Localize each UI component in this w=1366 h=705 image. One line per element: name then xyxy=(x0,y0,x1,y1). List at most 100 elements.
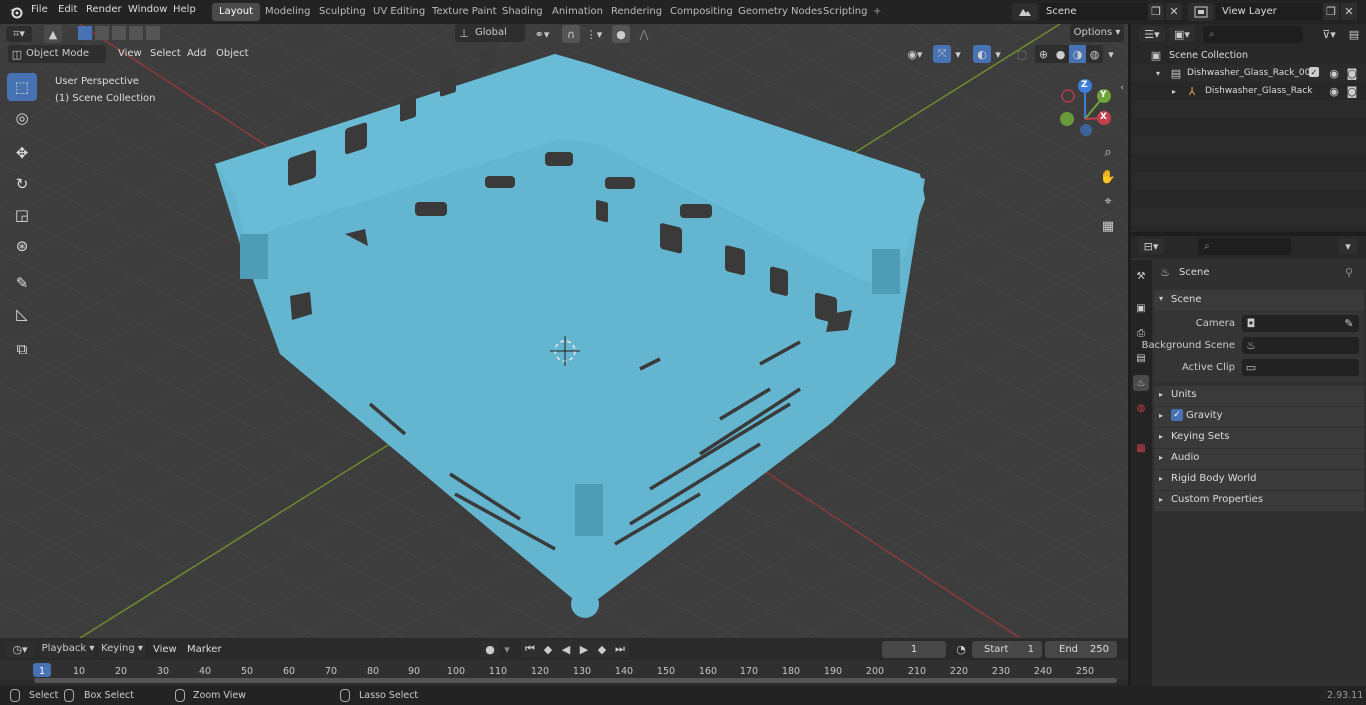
playback-menu[interactable]: Playback ▾ xyxy=(41,640,95,658)
world-tab-icon[interactable]: ◍ xyxy=(1133,400,1149,416)
gizmo-toggle-icon[interactable]: ⤧ xyxy=(933,45,951,63)
menu-help[interactable]: Help xyxy=(173,4,196,15)
outliner-search-field[interactable]: ⌕ xyxy=(1203,26,1303,43)
solid-shading-icon[interactable]: ● xyxy=(1052,45,1069,63)
mode-extend-icon[interactable] xyxy=(95,26,109,40)
sidebar-toggle-icon[interactable]: ‹ xyxy=(1118,82,1126,94)
material-shading-icon[interactable]: ◑ xyxy=(1069,45,1086,63)
timeline-scrollbar[interactable] xyxy=(34,678,1117,683)
jump-start-icon[interactable]: ⏮ xyxy=(521,640,539,658)
jump-end-icon[interactable]: ⏭ xyxy=(611,640,629,658)
tool-rotate[interactable]: ↻ xyxy=(7,170,37,198)
viewport-scene[interactable] xyxy=(0,24,1128,638)
next-keyframe-icon[interactable]: ◆ xyxy=(593,640,611,658)
tab-modeling[interactable]: Modeling xyxy=(258,3,318,21)
end-frame-field[interactable]: End 250 xyxy=(1045,641,1117,658)
delete-scene-icon[interactable]: ✕ xyxy=(1166,3,1182,20)
tab-geometry-nodes[interactable]: Geometry Nodes xyxy=(731,3,829,21)
wireframe-shading-icon[interactable]: ⊕ xyxy=(1035,45,1052,63)
play-icon[interactable]: ▶ xyxy=(575,640,593,658)
timeline-menu-view[interactable]: View xyxy=(153,644,177,655)
play-reverse-icon[interactable]: ◀ xyxy=(557,640,575,658)
tool-measure[interactable]: ◺ xyxy=(7,300,37,328)
mode-invert-icon[interactable] xyxy=(129,26,143,40)
delete-view-layer-icon[interactable]: ✕ xyxy=(1341,3,1357,20)
outliner-item-rack[interactable]: Dishwasher_Glass_Rack xyxy=(1205,86,1312,96)
view-layer-field[interactable]: View Layer xyxy=(1216,3,1322,20)
exclude-checkbox-icon[interactable]: ✓ xyxy=(1309,67,1319,77)
editor-type-icon[interactable]: ⌗▾ xyxy=(6,26,32,42)
pin-icon[interactable]: ⚲ xyxy=(1342,265,1356,279)
stopwatch-icon[interactable]: ◔ xyxy=(952,641,970,658)
gravity-checkbox[interactable]: ✓ xyxy=(1171,409,1183,421)
camera-view-icon[interactable]: ⌖ xyxy=(1097,190,1119,212)
overlays-dropdown-icon[interactable]: ▾ xyxy=(992,45,1004,63)
tab-sculpting[interactable]: Sculpting xyxy=(312,3,373,21)
snap-target-icon[interactable]: ⋮▾ xyxy=(582,25,606,43)
record-dropdown-icon[interactable]: ▾ xyxy=(500,640,514,658)
viewport-menu-object[interactable]: Object xyxy=(216,48,249,59)
scene-collection-label[interactable]: Scene Collection xyxy=(1169,50,1248,61)
tab-rendering[interactable]: Rendering xyxy=(604,3,669,21)
texture-tab-icon[interactable]: ▩ xyxy=(1133,440,1149,456)
tool-add-cube[interactable]: ⧉ xyxy=(7,335,37,363)
gizmo-dropdown-icon[interactable]: ▾ xyxy=(952,45,964,63)
tab-texture-paint[interactable]: Texture Paint xyxy=(425,3,504,21)
add-workspace-button[interactable]: + xyxy=(866,3,888,21)
xray-icon[interactable]: ▢ xyxy=(1013,45,1031,63)
3d-viewport[interactable]: Z Y X ⌗▾ ▲ Global ⊥ ⚭▾ ∩ ⋮▾ ● ⋀ Options … xyxy=(0,24,1128,638)
viewport-menu-select[interactable]: Select xyxy=(150,48,181,59)
outliner-item-rack-001[interactable]: Dishwasher_Glass_Rack_001 xyxy=(1187,68,1316,78)
mode-new-icon[interactable] xyxy=(78,26,92,40)
active-clip-field[interactable] xyxy=(1242,359,1359,376)
falloff-icon[interactable]: ⋀ xyxy=(632,25,656,43)
new-collection-icon[interactable]: ▤ xyxy=(1345,26,1363,42)
visibility-icon[interactable]: ◉▾ xyxy=(902,45,928,63)
expand-arrow-icon[interactable]: ▸ xyxy=(1169,84,1179,98)
tool-tab-icon[interactable]: ⚒ xyxy=(1133,268,1149,284)
tool-cursor[interactable]: ◎ xyxy=(7,104,37,132)
snap-icon[interactable]: ∩ xyxy=(562,25,580,43)
menu-render[interactable]: Render xyxy=(86,4,122,15)
eye-icon[interactable]: ◉ xyxy=(1327,66,1341,80)
mode-subtract-icon[interactable] xyxy=(112,26,126,40)
select-tool-icon[interactable]: ▲ xyxy=(44,25,62,43)
prev-keyframe-icon[interactable]: ◆ xyxy=(539,640,557,658)
tool-scale[interactable]: ◲ xyxy=(7,201,37,229)
tool-move[interactable]: ✥ xyxy=(7,139,37,167)
perspective-toggle-icon[interactable]: ▦ xyxy=(1097,215,1119,237)
viewport-menu-add[interactable]: Add xyxy=(187,48,206,59)
scene-selector-icon[interactable] xyxy=(1012,3,1038,21)
viewport-menu-view[interactable]: View xyxy=(118,48,142,59)
pan-hand-icon[interactable]: ✋ xyxy=(1097,166,1119,188)
rendered-shading-icon[interactable]: ◍ xyxy=(1086,45,1103,63)
tool-select-box[interactable]: ⬚ xyxy=(7,73,37,101)
new-view-layer-icon[interactable]: ❐ xyxy=(1323,3,1339,20)
pivot-point-icon[interactable]: ⚭▾ xyxy=(530,25,554,43)
scene-name-field[interactable]: Scene xyxy=(1040,3,1148,20)
scene-tab-icon[interactable]: ♨ xyxy=(1133,375,1149,391)
proportional-edit-icon[interactable]: ● xyxy=(612,25,630,43)
keying-menu[interactable]: Keying ▾ xyxy=(99,640,145,658)
filter-icon[interactable]: ⊽▾ xyxy=(1317,26,1341,42)
timeline-menu-marker[interactable]: Marker xyxy=(187,644,222,655)
record-icon[interactable]: ● xyxy=(481,640,499,658)
properties-search-field[interactable]: ⌕ xyxy=(1198,238,1291,255)
tab-compositing[interactable]: Compositing xyxy=(663,3,740,21)
camera-visibility-icon[interactable]: ◙ xyxy=(1345,66,1359,80)
expand-arrow-icon[interactable]: ▾ xyxy=(1153,66,1163,80)
zoom-icon[interactable]: ⌕ xyxy=(1097,141,1119,163)
outliner-editor-type-icon[interactable]: ☰▾ xyxy=(1139,26,1165,42)
start-frame-field[interactable]: Start 1 xyxy=(972,641,1042,658)
display-mode-icon[interactable]: ▣▾ xyxy=(1169,26,1195,42)
menu-window[interactable]: Window xyxy=(128,4,167,15)
options-dropdown[interactable]: Options ▾ xyxy=(1070,24,1124,42)
overlays-toggle-icon[interactable]: ◐ xyxy=(973,45,991,63)
timeline-editor-type-icon[interactable]: ◷▾ xyxy=(6,641,34,657)
eyedropper-icon[interactable]: ✎ xyxy=(1342,317,1356,330)
tool-transform[interactable]: ⊛ xyxy=(7,232,37,260)
tool-annotate[interactable]: ✎ xyxy=(7,269,37,297)
tab-layout[interactable]: Layout xyxy=(212,3,260,21)
camera-visibility-icon[interactable]: ◙ xyxy=(1345,84,1359,98)
new-scene-icon[interactable]: ❐ xyxy=(1148,3,1164,20)
